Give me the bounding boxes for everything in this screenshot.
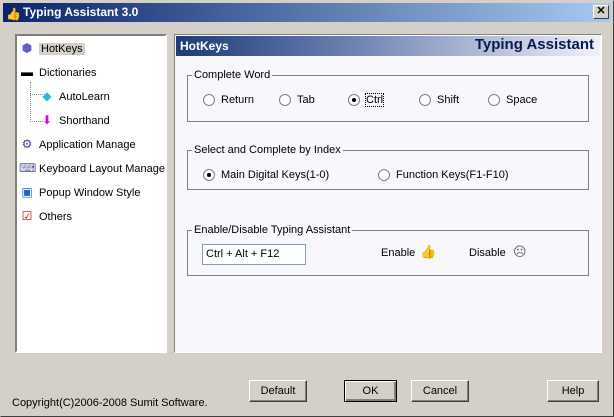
tree-item-autolearn[interactable]: ◆ AutoLearn [39,86,110,106]
index-group: Select and Complete by Index [187,144,589,190]
title-bar: 👍 Typing Assistant 3.0 ✕ [3,3,611,22]
ok-button[interactable]: OK [344,380,397,402]
settings-panel: HotKeys Typing Assistant Complete Word R… [174,34,602,353]
group-label: Enable/Disable Typing Assistant [194,224,351,236]
enable-label: Enable [381,247,416,259]
shorthand-icon: ⬇ [41,113,53,127]
radio-return[interactable]: Return [203,94,255,107]
tree-item-label: Application Manage [39,139,136,151]
radio-circle [203,94,215,107]
panel-title: HotKeys [180,39,229,53]
radio-label: Shift [437,94,460,106]
tree-item-label: Others [39,211,73,223]
radio-label: Main Digital Keys(1-0) [221,169,330,181]
radio-circle [203,169,215,182]
book-icon: ◆ [42,89,52,103]
tree-item-label: Keyboard Layout Manage [39,163,165,175]
disable-label: Disable [469,247,506,259]
tree-item-label: Popup Window Style [39,187,141,199]
settings-tree: ⬢ HotKeys ▬ Dictionaries ◆ AutoLearn ⬇ Short… [15,34,167,353]
thumbs-up-icon[interactable]: 👍 [420,244,436,260]
keys-icon: ⬢ [21,41,33,55]
tree-item-shorthand[interactable]: ⬇ Shorthand [39,110,110,130]
radio-label: Return [221,94,255,106]
collapse-icon: ▬ [21,65,33,79]
copyright-text: Copyright(C)2006-2008 Sumit Software. [12,397,208,409]
checklist-icon: ☑ [21,209,33,223]
window-icon: ▣ [21,185,33,199]
tree-item-dictionaries[interactable]: ▬ Dictionaries [19,62,96,82]
radio-label: Tab [297,94,315,106]
help-button[interactable]: Help [547,380,599,402]
tree-item-popup-style[interactable]: ▣ Popup Window Style [19,182,141,202]
default-button[interactable]: Default [249,380,307,402]
tree-item-label: Shorthand [59,115,110,127]
radio-space[interactable]: Space [488,94,538,107]
group-label: Select and Complete by Index [194,144,341,156]
tree-item-hotkeys[interactable]: ⬢ HotKeys [19,38,85,58]
radio-circle [279,94,291,107]
tree-item-others[interactable]: ☑ Others [19,206,72,226]
radio-circle [488,94,500,107]
radio-label: Ctrl [364,93,385,107]
radio-label: Space [506,94,538,106]
radio-circle [419,94,431,107]
thumbs-up-icon: 👍 [6,7,21,21]
hotkey-input[interactable]: Ctrl + Alt + F12 [202,244,306,265]
window-title: Typing Assistant 3.0 [23,5,139,19]
main-window: 👍 Typing Assistant 3.0 ✕ ⬢ HotKeys ▬ Dicti… [0,0,614,417]
radio-tab[interactable]: Tab [279,94,315,107]
radio-circle [378,169,390,182]
radio-ctrl[interactable]: Ctrl [348,93,385,107]
panel-header: HotKeys Typing Assistant [176,36,600,56]
radio-label: Function Keys(F1-F10) [396,169,509,181]
close-button[interactable]: ✕ [593,5,609,19]
gear-icon: ⚙ [21,137,33,151]
cancel-button[interactable]: Cancel [411,380,469,402]
radio-shift[interactable]: Shift [419,94,460,107]
tree-item-application-manage[interactable]: ⚙ Application Manage [19,134,136,154]
tree-item-label: HotKeys [39,43,85,55]
radio-circle [348,94,360,107]
tree-item-label: Dictionaries [39,67,97,79]
tree-item-label: AutoLearn [59,91,110,103]
keyboard-icon: ⌨ [19,161,37,175]
radio-function-keys[interactable]: Function Keys(F1-F10) [378,169,509,182]
group-label: Complete Word [194,69,271,81]
radio-main-digital-keys[interactable]: Main Digital Keys(1-0) [203,169,330,182]
tree-item-keyboard-layout[interactable]: ⌨ Keyboard Layout Manage [19,158,165,178]
panel-brand: Typing Assistant [474,36,594,53]
disable-icon[interactable]: ☹ [513,244,527,260]
